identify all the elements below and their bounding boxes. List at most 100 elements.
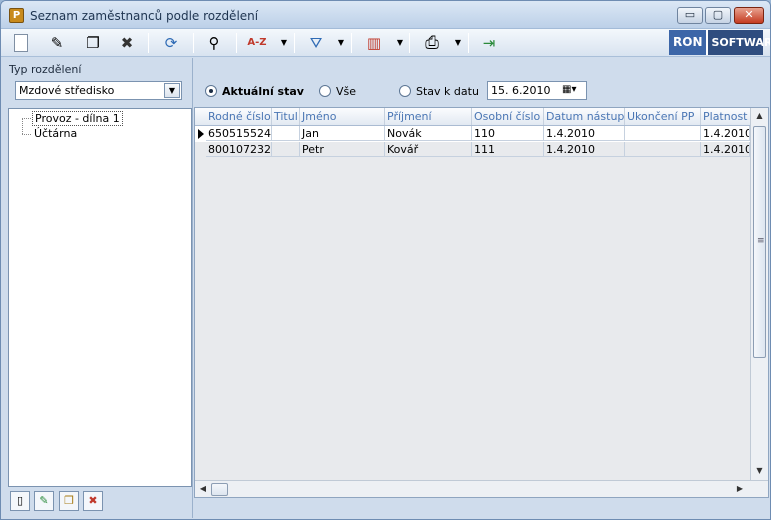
radio-all[interactable]: Vše [319,83,356,99]
filter-dropdown[interactable]: ▼ [336,37,346,49]
toolbar-separator [409,33,410,53]
print-button[interactable]: ⎙ [420,31,444,55]
date-picker[interactable]: 15. 6.2010 ▦▾ [487,81,587,100]
window-title: Seznam zaměstnanců podle rozdělení [30,9,259,23]
new-document-icon [14,34,28,52]
add-node-button[interactable]: ▯ [10,491,30,511]
scroll-down-icon[interactable]: ▼ [753,464,766,478]
delete-node-button[interactable]: ✖ [83,491,103,511]
table-cell[interactable]: Novák [385,126,472,141]
table-row[interactable]: 6505155242 Jan Novák 110 1.4.2010 1.4.20… [195,126,750,142]
tree-item-uctarna[interactable]: Účtárna [32,127,79,142]
table-cell[interactable] [625,126,701,141]
copy-node-button[interactable]: ❐ [59,491,79,511]
panel-splitter[interactable] [192,58,193,518]
grip-icon: ≡ [757,236,765,246]
maximize-button[interactable]: ▢ [705,7,731,24]
calendar-icon[interactable]: ▦▾ [562,84,576,95]
edit-node-button[interactable]: ✎ [34,491,54,511]
copy-document-button[interactable]: ❐ [81,31,105,55]
delete-document-icon: ✖ [120,34,134,52]
print-dropdown[interactable]: ▼ [453,37,463,49]
toolbar-separator [468,33,469,53]
tree-line [22,118,23,134]
vertical-scrollbar[interactable]: ▲ ≡ ▼ [750,108,768,480]
horizontal-scrollbar[interactable]: ◀ ▶ [195,480,768,497]
scroll-right-icon[interactable]: ▶ [733,482,747,496]
date-value[interactable]: 15. 6.2010 [491,84,550,97]
toolbar-separator [193,33,194,53]
find-button[interactable]: ⚲ [202,31,226,55]
scroll-up-icon[interactable]: ▲ [753,109,766,123]
table-cell[interactable]: 1.4.2010 [701,126,750,141]
column-header[interactable]: Ukončení PP [625,108,701,125]
table-cell[interactable]: 8001072323 [206,142,272,157]
refresh-icon: ⟳ [164,34,178,52]
edit-node-icon: ✎ [39,494,49,507]
split-tree: Provoz - dílna 1 Účtárna [8,108,192,487]
table-cell[interactable]: 111 [472,142,544,157]
table-cell[interactable]: 1.4.2010 [701,142,750,157]
main-window: P Seznam zaměstnanců podle rozdělení ▭ ▢… [0,0,771,520]
toolbar-separator [351,33,352,53]
radio-current-state[interactable]: Aktuální stav [205,83,304,99]
table-cell[interactable] [272,126,300,141]
export-icon: ⇥ [482,34,496,52]
minimize-button[interactable]: ▭ [677,7,703,24]
copy-document-icon: ❐ [86,34,100,52]
edit-document-button[interactable]: ✎ [45,31,69,55]
split-type-label: Typ rozdělení [9,63,82,76]
radio-state-at-date[interactable]: Stav k datu [399,83,479,99]
binoculars-icon: ⚲ [208,34,220,52]
export-button[interactable]: ⇥ [477,31,501,55]
table-cell[interactable]: Kovář [385,142,472,157]
filter-icon: ⛛ [309,34,323,52]
column-header[interactable]: Jméno [300,108,385,125]
delete-node-icon: ✖ [88,494,98,507]
refresh-button[interactable]: ⟳ [159,31,183,55]
sort-button[interactable]: A-Z [245,31,269,55]
table-cell[interactable] [625,142,701,157]
delete-document-button[interactable]: ✖ [115,31,139,55]
column-header[interactable]: Datum nástupu [544,108,625,125]
horizontal-scroll-thumb[interactable] [211,483,228,496]
columns-button[interactable]: ▥ [362,31,386,55]
table-cell[interactable]: 1.4.2010 [544,126,625,141]
toolbar-separator [294,33,295,53]
toolbar-separator [236,33,237,53]
app-icon: P [9,8,24,23]
filter-button[interactable]: ⛛ [304,31,328,55]
columns-dropdown[interactable]: ▼ [395,37,405,49]
table-cell[interactable] [272,142,300,157]
tree-line [22,118,31,119]
employee-grid: Rodné číslo Titul Jméno Příjmení Osobní … [194,107,769,498]
split-type-combo[interactable]: Mzdové středisko ▼ [15,81,182,100]
grid-header: Rodné číslo Titul Jméno Příjmení Osobní … [195,108,750,126]
title-bar[interactable]: P Seznam zaměstnanců podle rozdělení ▭ ▢… [1,1,770,29]
radio-dot [205,85,217,97]
radio-dot [319,85,331,97]
table-cell[interactable]: 1.4.2010 [544,142,625,157]
table-cell[interactable]: 6505155242 [206,126,272,141]
column-header[interactable]: Rodné číslo [206,108,272,125]
table-row[interactable]: 8001072323 Petr Kovář 111 1.4.2010 1.4.2… [195,142,750,158]
chevron-down-icon[interactable]: ▼ [164,83,180,98]
close-button[interactable]: ✕ [734,7,764,24]
column-header[interactable]: Titul [272,108,300,125]
column-header[interactable]: Platnost od [701,108,750,125]
sort-az-icon: A-Z [247,37,267,48]
vertical-scroll-thumb[interactable]: ≡ [753,126,766,358]
column-header[interactable]: Osobní číslo [472,108,544,125]
add-node-icon: ▯ [16,494,24,507]
table-cell[interactable]: 110 [472,126,544,141]
sort-dropdown[interactable]: ▼ [279,37,289,49]
new-document-button[interactable] [9,31,33,55]
tree-item-provoz[interactable]: Provoz - dílna 1 [32,111,123,126]
row-indicator [195,142,206,158]
scroll-left-icon[interactable]: ◀ [196,482,210,496]
print-icon: ⎙ [425,33,439,53]
table-cell[interactable]: Petr [300,142,385,157]
edit-document-icon: ✎ [50,34,64,52]
column-header[interactable]: Příjmení [385,108,472,125]
table-cell[interactable]: Jan [300,126,385,141]
